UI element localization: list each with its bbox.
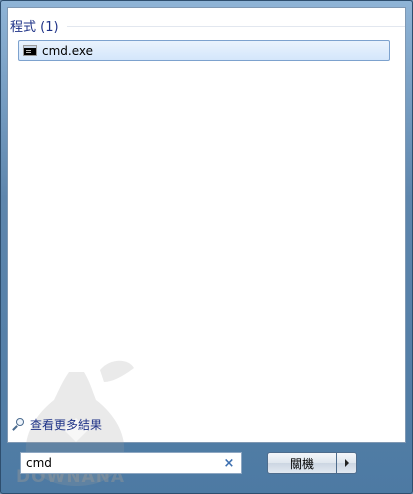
search-results-pane [7,7,406,443]
triangle-right-icon [344,459,349,467]
search-input[interactable] [21,454,221,472]
see-more-results-label: 查看更多結果 [30,418,103,432]
cmd-icon [23,45,37,56]
result-item-label: cmd.exe [42,43,94,58]
section-header-programs: 程式 (1) [10,16,405,35]
see-more-results-link[interactable]: 查看更多結果 [12,416,102,433]
magnifier-icon [12,417,26,432]
section-divider [66,25,405,27]
result-item-cmd[interactable]: cmd.exe [18,40,390,61]
section-title: 程式 (1) [10,19,59,35]
shutdown-button-group: 關機 [267,452,357,474]
shutdown-button[interactable]: 關機 [267,452,336,474]
search-box: × [20,452,242,474]
clear-search-icon[interactable]: × [221,456,237,471]
shutdown-options-button[interactable] [336,452,357,474]
